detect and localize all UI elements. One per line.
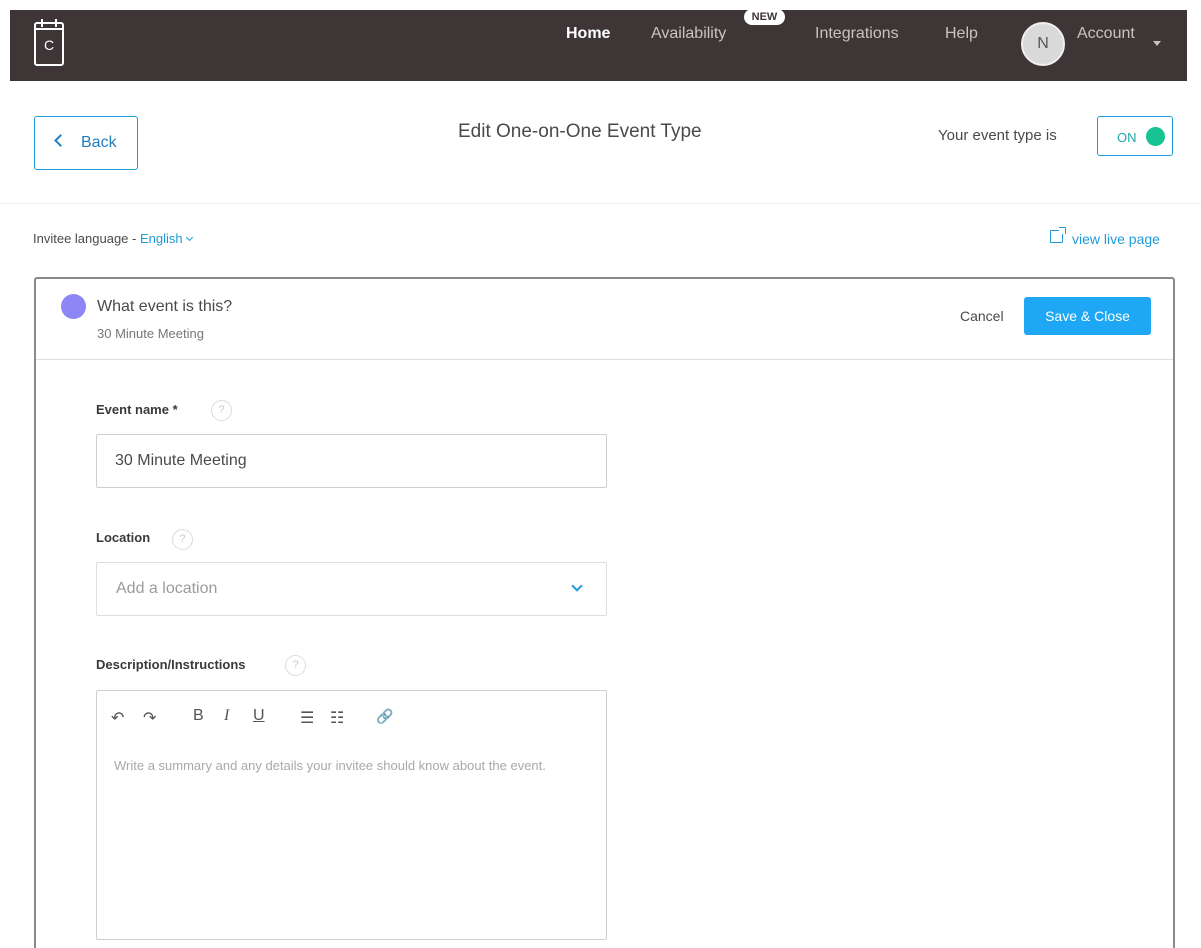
numbered-list-icon[interactable]: ☷ <box>330 708 344 728</box>
chevron-down-icon <box>185 233 193 242</box>
chevron-down-icon <box>571 580 583 592</box>
bold-icon[interactable]: B <box>193 707 204 725</box>
calendar-logo-icon[interactable]: C <box>34 19 64 66</box>
view-live-page-link[interactable]: view live page <box>1072 231 1160 247</box>
event-details-card: What event is this? 30 Minute Meeting Ca… <box>34 277 1175 948</box>
description-editor[interactable]: ↶ ↷ B I U ☰ ☷ 🔗 Write a summary and any … <box>96 690 607 940</box>
invitee-language: Invitee language - English <box>33 231 193 246</box>
event-name-input[interactable] <box>96 434 607 488</box>
italic-icon[interactable]: I <box>224 707 229 725</box>
back-button[interactable]: Back <box>34 116 138 170</box>
location-label: Location <box>96 530 151 545</box>
nav-item-availability[interactable]: Availability <box>651 25 726 43</box>
help-icon[interactable]: ? <box>211 400 232 421</box>
card-header[interactable]: What event is this? 30 Minute Meeting Ca… <box>36 279 1173 360</box>
toggle-knob <box>1146 127 1165 146</box>
location-select[interactable]: Add a location <box>96 562 607 616</box>
description-label: Description/Instructions <box>96 657 246 672</box>
language-prefix: Invitee language - <box>33 231 140 246</box>
link-icon[interactable]: 🔗 <box>376 708 393 725</box>
page-title: Edit One-on-One Event Type <box>458 121 702 142</box>
logo-letter: C <box>43 37 55 53</box>
save-close-button[interactable]: Save & Close <box>1024 297 1151 335</box>
nav-item-integrations[interactable]: Integrations <box>815 25 899 43</box>
caret-down-icon[interactable] <box>1153 41 1161 46</box>
location-placeholder: Add a location <box>116 580 218 597</box>
avatar[interactable]: N <box>1021 22 1065 66</box>
nav-item-home[interactable]: Home <box>566 25 610 43</box>
account-menu[interactable]: Account <box>1077 25 1135 43</box>
language-select[interactable]: English <box>139 231 193 246</box>
back-label: Back <box>81 134 117 151</box>
undo-icon[interactable]: ↶ <box>111 708 124 728</box>
toggle-label: ON <box>1117 130 1137 145</box>
event-color-dot <box>61 294 86 319</box>
bullet-list-icon[interactable]: ☰ <box>300 708 314 728</box>
underline-icon[interactable]: U <box>253 707 265 725</box>
chevron-left-icon <box>54 134 67 147</box>
nav-item-help[interactable]: Help <box>945 25 978 43</box>
top-nav: C <box>10 10 1187 81</box>
event-status-text: Your event type is <box>938 127 1057 144</box>
help-icon[interactable]: ? <box>285 655 306 676</box>
event-status-toggle[interactable]: ON <box>1097 116 1173 156</box>
redo-icon[interactable]: ↷ <box>143 708 156 728</box>
language-value: English <box>139 231 183 246</box>
event-name-label: Event name * <box>96 402 178 417</box>
new-badge: NEW <box>744 9 785 25</box>
description-placeholder: Write a summary and any details your inv… <box>114 758 546 773</box>
card-question: What event is this? <box>97 298 233 315</box>
header-divider <box>0 203 1201 204</box>
cancel-button[interactable]: Cancel <box>960 308 1004 324</box>
card-subtitle: 30 Minute Meeting <box>97 326 204 341</box>
help-icon[interactable]: ? <box>172 529 193 550</box>
external-link-icon[interactable] <box>1050 227 1066 243</box>
